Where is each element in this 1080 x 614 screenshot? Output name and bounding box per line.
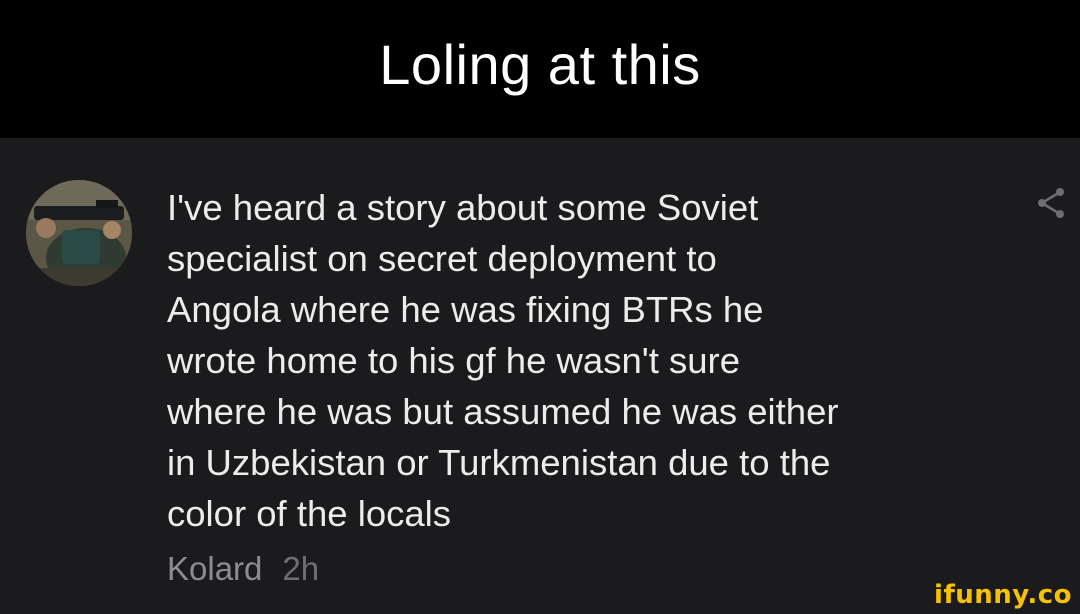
caption-bar: Loling at this [0,0,1080,138]
comment-time: 2h [282,550,320,587]
avatar[interactable] [26,180,132,286]
comment-text: I've heard a story about some Soviet spe… [167,187,839,534]
share-icon[interactable] [1034,186,1068,220]
author-name[interactable]: Kolard [167,550,262,587]
comment-meta: Kolard 2h [167,550,319,588]
comment-card: I've heard a story about some Soviet spe… [0,138,1080,614]
ifunny-watermark: ifunny.co [934,580,1072,610]
caption-title: Loling at this [379,32,701,96]
avatar-image [26,180,132,286]
